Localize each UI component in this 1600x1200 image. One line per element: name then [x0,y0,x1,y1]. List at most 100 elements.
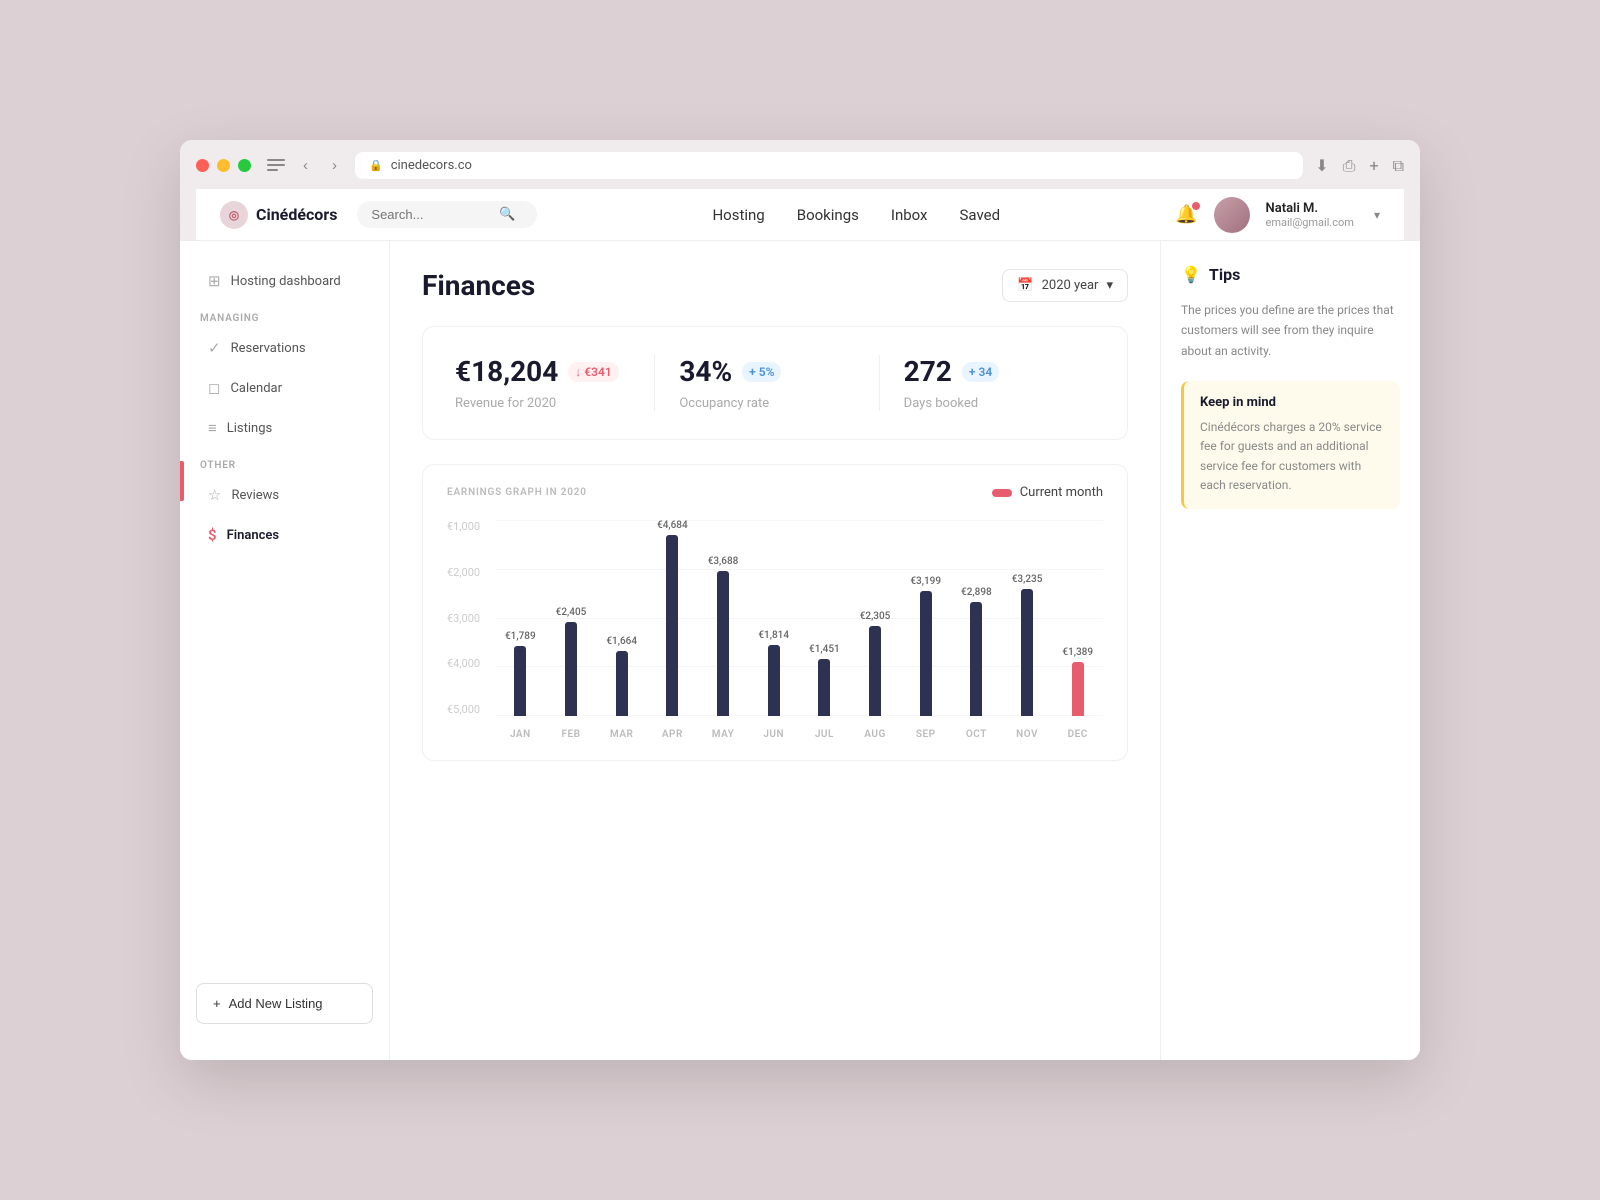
back-button[interactable]: ‹ [297,155,314,176]
year-selector[interactable]: 📅 2020 year ▾ [1002,269,1128,302]
bar-may[interactable] [717,571,729,716]
bar-sep[interactable] [920,591,932,716]
nav-hosting[interactable]: Hosting [712,202,764,228]
bar-aug[interactable] [869,626,881,716]
nav-inbox[interactable]: Inbox [891,202,928,228]
minimize-button[interactable] [217,159,230,172]
add-new-listing-button[interactable]: + Add New Listing [196,983,373,1024]
user-email: email@gmail.com [1266,216,1354,229]
sidebar-item-listings[interactable]: ≡ Listings [188,409,381,447]
x-label-mar: MAR [596,729,647,740]
notification-bell[interactable]: 🔔 [1175,204,1197,225]
tabs-icon[interactable]: ⧉ [1393,156,1404,176]
sidebar-reservations-label: Reservations [231,341,306,356]
bar-value-feb: €2,405 [556,607,587,618]
search-bar[interactable]: 🔍 [357,201,537,228]
address-bar[interactable]: 🔒 cinedecors.co [355,152,1303,179]
chart-bar-group-aug: €2,305 [850,520,901,716]
fullscreen-button[interactable] [238,159,251,172]
other-section-label: OTHER [180,448,389,475]
sidebar-calendar-label: Calendar [230,381,282,396]
add-icon: + [213,996,221,1011]
chart-bar-group-jun: €1,814 [748,520,799,716]
stat-revenue: €18,204 ↓ €341 Revenue for 2020 [447,355,655,411]
bar-jan[interactable] [514,646,526,716]
bar-value-oct: €2,898 [961,587,992,598]
y-label-1: €1,000 [447,520,491,533]
bar-jun[interactable] [768,645,780,716]
badge-arrow-icon: ↓ [575,365,581,379]
managing-section-label: MANAGING [180,301,389,328]
sidebar-item-calendar[interactable]: ◻ Calendar [188,369,381,407]
search-input[interactable] [371,207,491,222]
bar-apr[interactable] [666,535,678,716]
stat-occupancy-label: Occupancy rate [679,396,854,411]
brand-logo[interactable]: ◎ Cinédécors [220,201,337,229]
new-tab-icon[interactable]: + [1369,156,1378,176]
bar-value-nov: €3,235 [1012,574,1043,585]
sidebar-item-reservations[interactable]: ✓ Reservations [188,329,381,367]
share-icon[interactable]: ⎙ [1343,156,1356,176]
dashboard-icon: ⊞ [208,272,221,290]
x-label-may: MAY [698,729,749,740]
listings-icon: ≡ [208,419,217,437]
sidebar-toggle-icon[interactable] [267,159,285,173]
bar-oct[interactable] [970,602,982,716]
user-info: Natali M. email@gmail.com [1266,201,1354,229]
stat-occupancy-value: 34% + 5% [679,355,854,388]
add-listing-label: Add New Listing [229,996,323,1011]
main-content: Finances 📅 2020 year ▾ €18,204 ↓ €341 [390,241,1160,1060]
bar-mar[interactable] [616,651,628,716]
sidebar-finances-label: Finances [227,528,280,543]
chevron-down-icon[interactable]: ▾ [1374,208,1380,222]
year-chevron-icon: ▾ [1106,278,1113,293]
bar-dec[interactable] [1072,662,1084,716]
x-label-sep: SEP [900,729,951,740]
chart-container: €5,000 €4,000 €3,000 €2,000 €1,000 €1,78… [447,520,1103,740]
stats-card: €18,204 ↓ €341 Revenue for 2020 34% + 5% [422,326,1128,440]
reviews-icon: ☆ [208,486,221,504]
user-name: Natali M. [1266,201,1354,216]
legend-dot [992,489,1012,497]
bar-value-dec: €1,389 [1062,647,1093,658]
browser-actions: ⬇ ⎙ + ⧉ [1315,156,1404,176]
stat-revenue-label: Revenue for 2020 [455,396,630,411]
days-badge: + 34 [962,362,999,382]
nav-saved[interactable]: Saved [960,202,1001,228]
chart-bars-area: €1,789€2,405€1,664€4,684€3,688€1,814€1,4… [495,520,1103,716]
right-panel: 💡 Tips The prices you define are the pri… [1160,241,1420,1060]
sidebar-listings-label: Listings [227,421,272,436]
chart-bar-group-nov: €3,235 [1002,520,1053,716]
revenue-badge: ↓ €341 [568,362,618,382]
nav-bookings[interactable]: Bookings [797,202,859,228]
chart-bar-group-oct: €2,898 [951,520,1002,716]
sidebar-item-hosting-dashboard[interactable]: ⊞ Hosting dashboard [188,262,381,300]
close-button[interactable] [196,159,209,172]
current-month-label: Current month [1020,485,1103,500]
bar-feb[interactable] [565,622,577,716]
calendar-icon: ◻ [208,379,220,397]
chart-bar-group-sep: €3,199 [900,520,951,716]
search-icon: 🔍 [499,207,515,222]
sidebar-item-finances[interactable]: $ Finances [188,516,381,554]
chart-title: EARNINGS GRAPH IN 2020 [447,487,587,498]
finances-icon: $ [208,526,217,544]
download-icon[interactable]: ⬇ [1315,156,1328,176]
year-label: 2020 year [1042,278,1099,293]
sidebar-reviews-label: Reviews [231,488,279,503]
y-label-3: €3,000 [447,612,491,625]
avatar[interactable] [1214,197,1250,233]
nav-right: 🔔 Natali M. email@gmail.com ▾ [1175,197,1380,233]
keep-in-mind-title: Keep in mind [1200,395,1384,410]
sidebar: ⊞ Hosting dashboard MANAGING ✓ Reservati… [180,241,390,1060]
sidebar-item-reviews[interactable]: ☆ Reviews [188,476,381,514]
forward-button[interactable]: › [326,155,343,176]
chart-x-labels: JANFEBMARAPRMAYJUNJULAUGSEPOCTNOVDEC [495,729,1103,740]
active-indicator [180,461,184,501]
x-label-oct: OCT [951,729,1002,740]
bar-jul[interactable] [818,659,830,716]
calendar-small-icon: 📅 [1017,278,1033,293]
bar-nov[interactable] [1021,589,1033,716]
x-label-apr: APR [647,729,698,740]
x-label-dec: DEC [1052,729,1103,740]
